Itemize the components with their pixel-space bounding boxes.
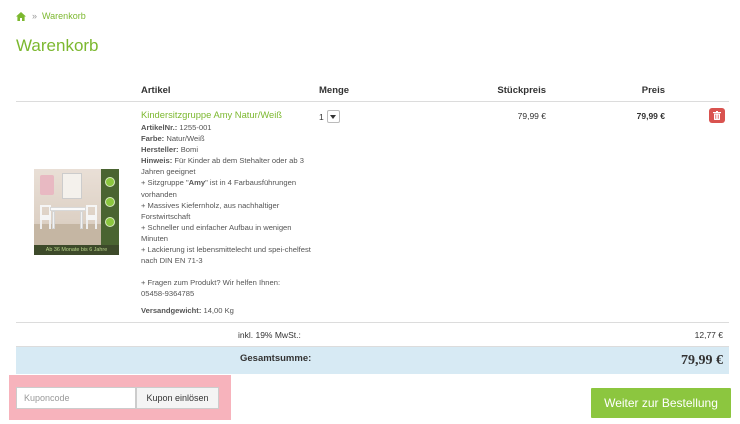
cart-table-header: Artikel Menge Stückpreis Preis xyxy=(16,80,729,102)
coupon-form: Kupon einlösen xyxy=(9,375,231,420)
breadcrumb-current[interactable]: Warenkorb xyxy=(42,11,86,21)
product-image[interactable]: Ab 36 Monate bis 6 Jahre xyxy=(34,169,119,255)
product-name-link[interactable]: Kindersitzgruppe Amy Natur/Weiß xyxy=(141,109,316,121)
page-title: Warenkorb xyxy=(16,36,99,55)
tax-label: inkl. 19% MwSt.: xyxy=(238,330,301,340)
product-feature: + Massives Kiefernholz, aus nachhaltiger… xyxy=(141,200,280,221)
product-feature: + Schneller und einfacher Aufbau in weni… xyxy=(141,222,292,243)
product-info: Kindersitzgruppe Amy Natur/Weiß ArtikelN… xyxy=(141,109,316,317)
breadcrumb: » Warenkorb xyxy=(16,9,86,23)
product-image-table xyxy=(50,207,86,229)
redeem-coupon-button[interactable]: Kupon einlösen xyxy=(136,387,219,409)
trash-icon xyxy=(713,111,721,120)
coupon-input[interactable] xyxy=(16,387,136,409)
chevron-down-icon xyxy=(330,114,337,119)
breadcrumb-separator: » xyxy=(32,11,38,21)
total-value: 79,99 € xyxy=(681,353,723,368)
product-image-sidebar xyxy=(101,169,119,245)
checkout-button[interactable]: Weiter zur Bestellung xyxy=(591,388,731,418)
product-hint: Hinweis: Für Kinder ab dem Stehalter ode… xyxy=(141,156,304,177)
product-maker: Hersteller: Bomi xyxy=(141,145,199,155)
line-price: 79,99 € xyxy=(636,111,665,121)
badge-icon xyxy=(105,197,115,207)
cart-item-row: Ab 36 Monate bis 6 Jahre Kindersitzgrupp… xyxy=(16,102,729,323)
badge-icon xyxy=(105,217,115,227)
badge-icon xyxy=(105,177,115,187)
header-article: Artikel xyxy=(141,85,171,96)
product-image-caption: Ab 36 Monate bis 6 Jahre xyxy=(34,245,119,255)
product-question: + Fragen zum Produkt? Wir helfen Ihnen: xyxy=(141,278,281,288)
total-label: Gesamtsumme: xyxy=(240,353,312,364)
product-feature: + Sitzgruppe "Amy" ist in 4 Farbausführu… xyxy=(141,178,297,199)
product-sku: ArtikelNr.: 1255-001 xyxy=(141,123,212,132)
header-price: Preis xyxy=(641,85,665,96)
product-feature: + Lackierung ist lebensmittelecht und sp… xyxy=(141,245,311,266)
tax-row: inkl. 19% MwSt.: 12,77 € xyxy=(16,323,729,347)
tax-value: 12,77 € xyxy=(694,330,723,340)
product-weight: Versandgewicht: 14,00 Kg xyxy=(141,306,234,316)
unit-price: 79,99 € xyxy=(517,111,546,121)
product-image-decor xyxy=(40,175,54,195)
total-row: Gesamtsumme: 79,99 € xyxy=(16,347,729,374)
quantity-select[interactable]: 1 xyxy=(319,110,340,123)
product-image-chair-right xyxy=(86,205,97,229)
header-unit-price: Stückpreis xyxy=(497,85,546,96)
product-image-window xyxy=(62,173,82,199)
header-quantity: Menge xyxy=(319,85,350,96)
product-color: Farbe: Natur/Weiß xyxy=(141,134,205,144)
product-phone: 05458-9364785 xyxy=(141,289,195,299)
quantity-value: 1 xyxy=(319,111,324,122)
quantity-dropdown-button[interactable] xyxy=(326,110,340,123)
remove-item-button[interactable] xyxy=(709,108,725,123)
home-icon[interactable] xyxy=(16,11,26,21)
